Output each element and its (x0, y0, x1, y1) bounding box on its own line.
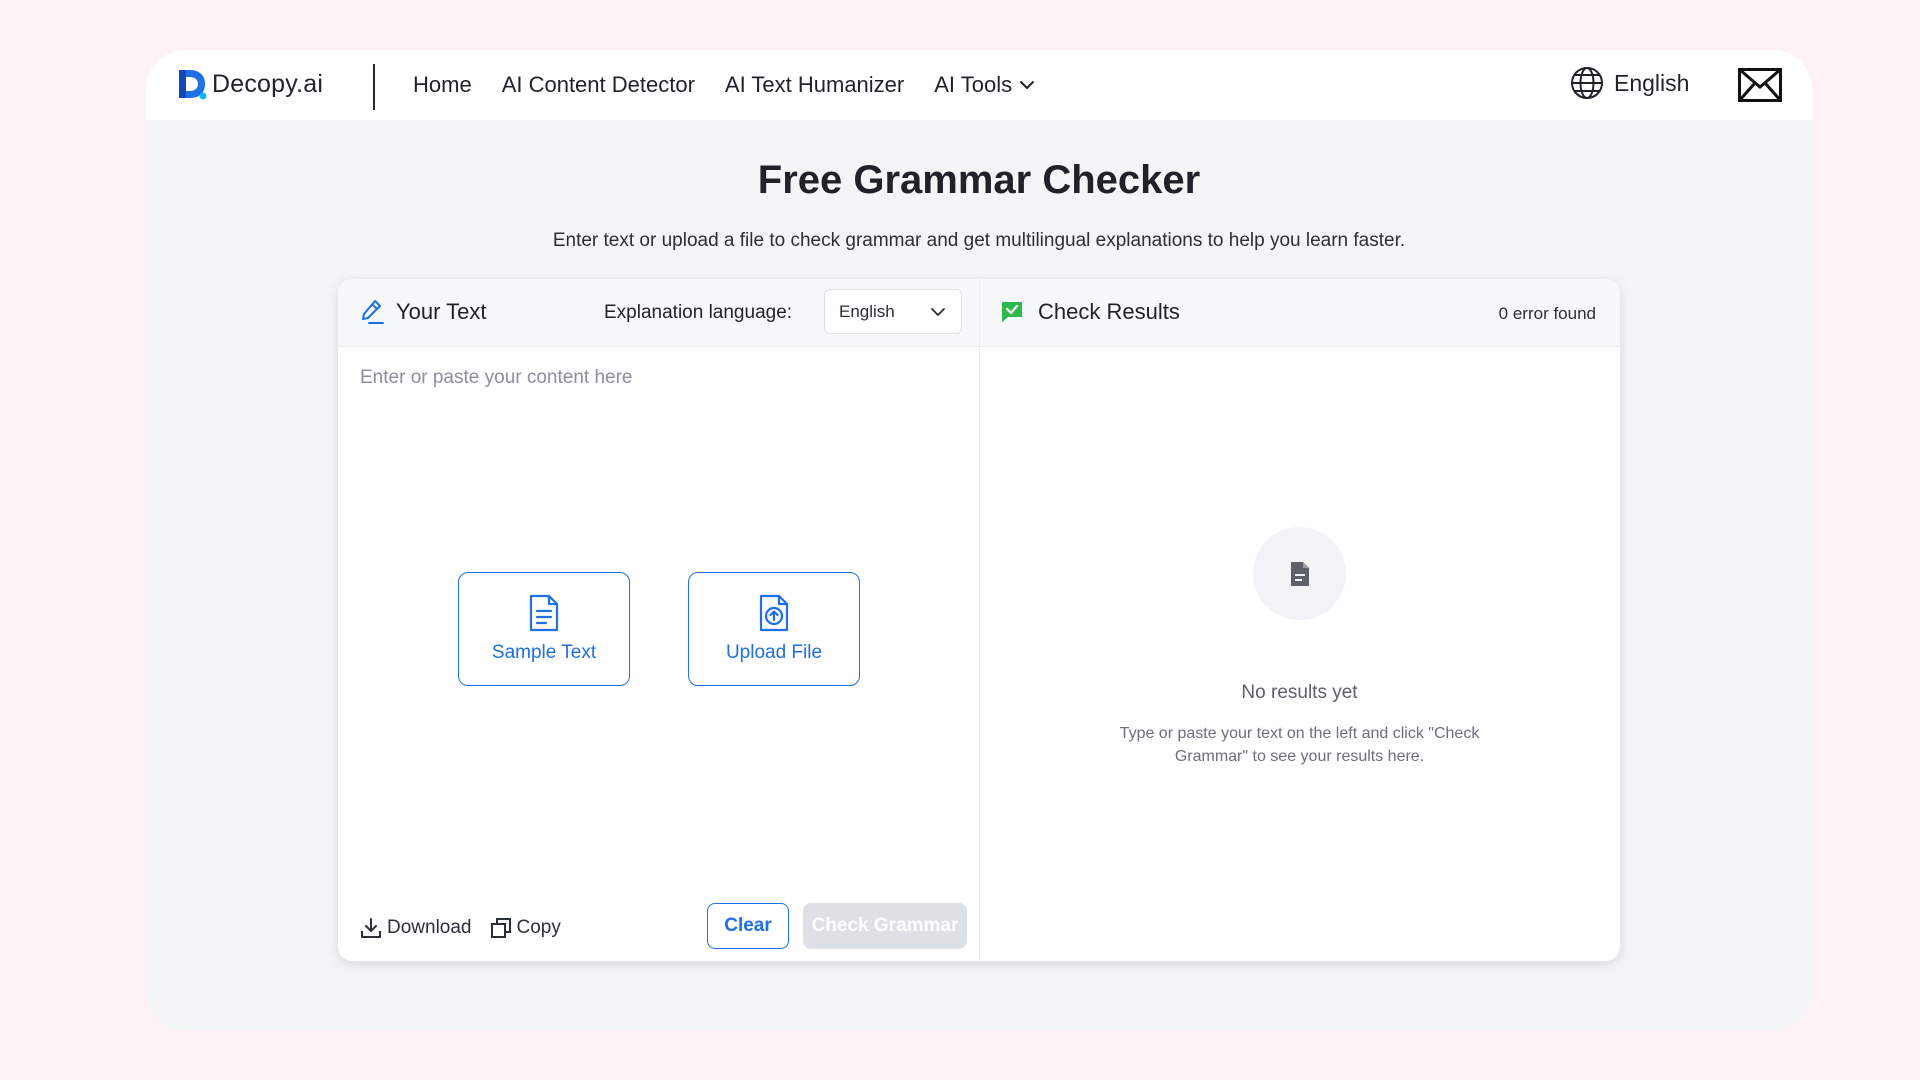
empty-state-title: No results yet (1241, 682, 1358, 703)
nav-link-ai-text-humanizer[interactable]: AI Text Humanizer (725, 72, 904, 98)
sample-text-label: Sample Text (491, 642, 597, 663)
download-label: Download (387, 917, 472, 938)
nav-links: Home AI Content Detector AI Text Humaniz… (413, 50, 1036, 120)
mail-button[interactable] (1738, 68, 1782, 107)
chevron-down-icon (1020, 81, 1035, 89)
nav-divider (373, 64, 375, 110)
file-icon (1290, 561, 1309, 586)
document-icon (529, 594, 559, 632)
empty-state-description: Type or paste your text on the left and … (1119, 725, 1480, 765)
error-count: 0 error found (1498, 304, 1596, 323)
logo[interactable]: Decopy.ai (176, 67, 323, 101)
nav-link-ai-content-detector[interactable]: AI Content Detector (502, 72, 695, 98)
chevron-down-icon (931, 307, 945, 316)
pencil-icon (362, 300, 384, 324)
check-grammar-button[interactable]: Check Grammar (803, 903, 967, 949)
page-title: Free Grammar Checker (757, 158, 1201, 202)
editor-footer-actions: Download Copy (360, 917, 561, 939)
language-selector[interactable]: English (1570, 66, 1689, 100)
upload-file-icon (759, 594, 789, 632)
logo-text: Decopy.ai (212, 69, 324, 98)
language-label: English (1614, 69, 1690, 96)
download-button[interactable]: Download (360, 917, 472, 939)
upload-file-button[interactable]: Upload File (688, 572, 860, 686)
explanation-language-label: Explanation language: (604, 302, 793, 323)
explanation-language-value: English (839, 301, 895, 321)
globe-icon (1571, 67, 1603, 99)
clear-button[interactable]: Clear (707, 903, 789, 949)
editor-header: Your Text (360, 299, 487, 325)
explanation-language-select[interactable]: English (824, 289, 962, 334)
top-navbar: Decopy.ai Home AI Content Detector AI Te… (146, 50, 1812, 120)
results-title: Check Results (1038, 299, 1180, 324)
nav-ai-tools-label: AI Tools (934, 72, 1013, 97)
editor-title: Your Text (396, 299, 487, 324)
copy-button[interactable]: Copy (490, 917, 561, 939)
nav-ai-tools-dropdown[interactable]: AI Tools (934, 72, 1036, 98)
upload-file-label: Upload File (725, 642, 823, 663)
mail-icon (1738, 68, 1782, 102)
nav-link-home[interactable]: Home (413, 72, 472, 98)
download-icon (361, 918, 381, 938)
copy-icon (490, 918, 511, 938)
column-divider (979, 279, 980, 961)
decopy-logo-icon (179, 70, 207, 100)
text-input[interactable] (338, 347, 979, 847)
empty-state-icon (1253, 527, 1346, 620)
check-flag-icon (1002, 302, 1022, 322)
results-header: Check Results (1000, 299, 1180, 325)
sample-text-button[interactable]: Sample Text (458, 572, 630, 686)
grammar-panel: Your Text Explanation language: English … (338, 279, 1620, 961)
app-frame: Decopy.ai Home AI Content Detector AI Te… (146, 50, 1812, 1030)
page-subtitle: Enter text or upload a file to check gra… (552, 230, 1406, 251)
copy-label: Copy (516, 917, 561, 938)
